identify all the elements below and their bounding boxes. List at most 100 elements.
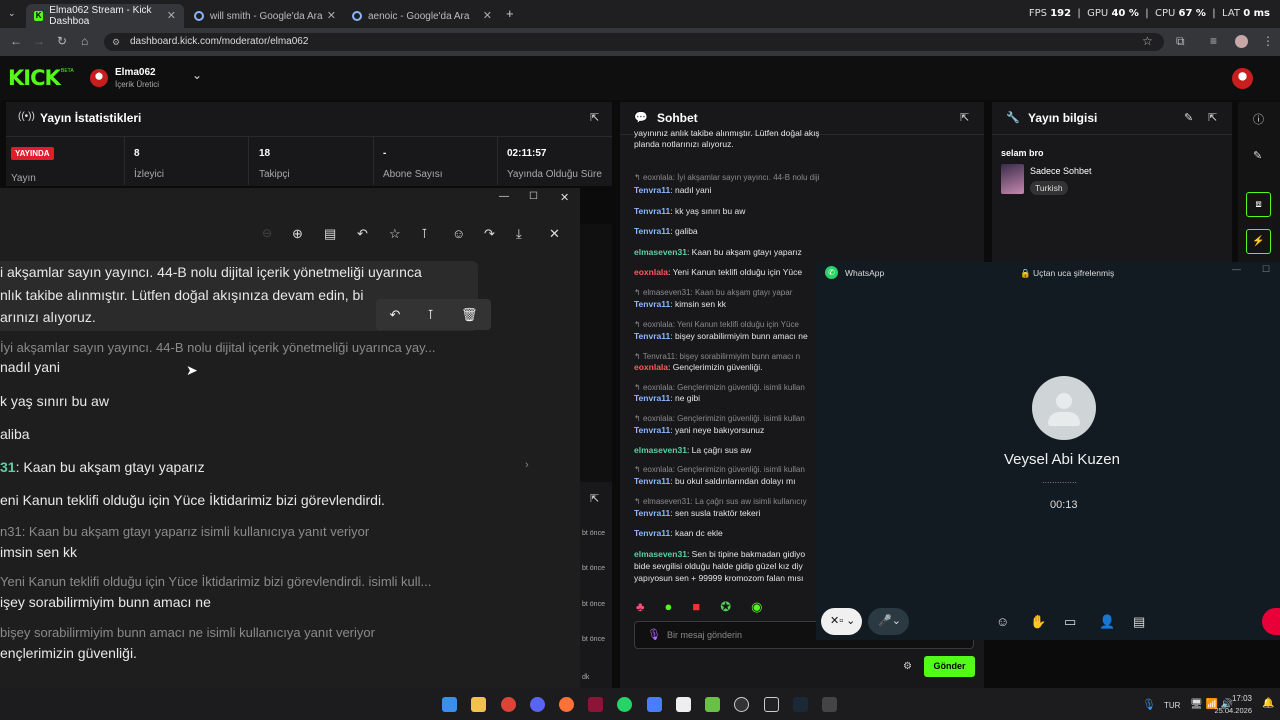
add-person-icon[interactable]: 👤 <box>1099 614 1115 630</box>
chrome-icon[interactable] <box>501 697 516 712</box>
app-icon[interactable] <box>822 697 837 712</box>
crop-icon[interactable]: ▤ <box>324 226 336 242</box>
pin-icon[interactable]: ⊺ <box>421 226 428 242</box>
info-icon[interactable]: ⓘ <box>1253 111 1264 127</box>
chat-username[interactable]: eoxnlala <box>634 362 668 372</box>
steam-icon[interactable] <box>793 697 808 712</box>
camera-off-button[interactable]: ✕▫ ⌄ <box>821 608 862 635</box>
chat-username[interactable]: elmaseven31 <box>634 549 687 559</box>
tab-google-2[interactable]: aenoic - Google'da Ara ✕ <box>344 4 500 28</box>
screen-share-icon[interactable]: ▭ <box>1064 614 1076 630</box>
emoji-reaction-icon[interactable]: ☺ <box>996 614 1009 629</box>
microphone-tray-icon[interactable]: 🎙 <box>1142 698 1156 711</box>
discord-icon[interactable] <box>530 697 545 712</box>
chat-username[interactable]: eoxnlala <box>634 267 668 277</box>
browser-menu-icon[interactable]: ⋮ <box>1262 34 1274 48</box>
delete-trash-icon[interactable]: 🗑 <box>461 307 478 323</box>
app-icon[interactable] <box>647 697 662 712</box>
close-tab-icon[interactable]: ✕ <box>483 9 492 22</box>
app-icon[interactable] <box>588 697 603 712</box>
tab-list-icon[interactable]: ⌄ <box>8 8 16 19</box>
close-viewer-icon[interactable]: ✕ <box>549 226 560 242</box>
category-name[interactable]: Sadece Sohbet <box>1030 166 1092 176</box>
popout-icon[interactable]: ⇱ <box>1208 111 1217 124</box>
channel-switch-chevron-down-icon[interactable]: ⌄ <box>192 68 202 82</box>
chat-username[interactable]: Tenvra11 <box>634 226 670 236</box>
close-tab-icon[interactable]: ✕ <box>167 9 176 22</box>
chat-username[interactable]: elmaseven31 <box>634 445 687 455</box>
url-field[interactable]: dashboard.kick.com/moderator/elma062 <box>104 33 1164 51</box>
undo-icon[interactable]: ↶ <box>389 307 400 323</box>
emote-icon[interactable]: ◉ <box>751 599 762 617</box>
chat-username[interactable]: Tenvra11 <box>634 185 670 195</box>
forward-icon[interactable]: ↷ <box>484 226 495 242</box>
popout-icon[interactable]: ⇱ <box>590 492 599 505</box>
forward-icon[interactable]: → <box>33 34 45 48</box>
chat-username[interactable]: Tenvra11 <box>634 508 670 518</box>
chat-username[interactable]: Tenvra11 <box>634 206 670 216</box>
microphone-icon[interactable]: 🎙 <box>647 628 661 641</box>
back-icon[interactable]: ← <box>10 34 22 48</box>
notifications-icon[interactable]: 🔔 <box>1262 698 1274 709</box>
app-icon[interactable] <box>734 697 749 712</box>
pin-icon[interactable]: ⊺ <box>427 307 434 323</box>
chat-username[interactable]: Tenvra11 <box>634 331 670 341</box>
chat-username[interactable]: elmaseven31 <box>634 247 687 257</box>
tab-google-1[interactable]: will smith - Google'da Ara ✕ <box>186 4 344 28</box>
emoji-icon[interactable]: ☺ <box>452 226 465 241</box>
home-icon[interactable]: ⌂ <box>81 34 88 48</box>
download-icon[interactable]: ⤓ <box>516 226 522 242</box>
reload-icon[interactable]: ↻ <box>57 34 67 48</box>
channel-avatar[interactable] <box>90 69 108 87</box>
site-info-icon[interactable]: ⚙ <box>112 37 120 48</box>
zoom-out-icon[interactable]: ⊖ <box>262 226 272 240</box>
language-indicator[interactable]: TUR <box>1164 701 1180 710</box>
close-window-icon[interactable]: ✕ <box>560 191 569 204</box>
mod-tool-icon[interactable]: ⧈ <box>1246 192 1271 217</box>
edit-pencil-icon[interactable]: ✎ <box>1253 149 1262 162</box>
emote-icon[interactable]: ✪ <box>720 599 731 617</box>
microphone-button[interactable]: 🎤⌄ <box>868 608 909 635</box>
send-button[interactable]: Gönder <box>924 656 975 677</box>
bookmark-star-icon[interactable]: ☆ <box>1142 34 1153 48</box>
star-icon[interactable]: ☆ <box>389 226 401 242</box>
language-tag[interactable]: Turkish <box>1030 181 1068 195</box>
next-chevron-right-icon[interactable]: › <box>525 459 529 471</box>
emote-icon[interactable]: ■ <box>692 599 700 617</box>
user-avatar[interactable] <box>1232 68 1253 89</box>
chat-username[interactable]: Tenvra11 <box>634 476 670 486</box>
profile-avatar-icon[interactable] <box>1235 35 1248 48</box>
epic-games-icon[interactable] <box>764 697 779 712</box>
chat-username[interactable]: Tenvra11 <box>634 425 670 435</box>
extensions-icon[interactable]: ⧉ <box>1176 34 1185 49</box>
whatsapp-taskbar-icon[interactable] <box>617 697 632 712</box>
file-explorer-icon[interactable] <box>471 697 486 712</box>
raise-hand-icon[interactable]: ✋ <box>1030 614 1046 630</box>
maximize-icon[interactable]: ☐ <box>1262 264 1270 275</box>
minimize-icon[interactable]: — <box>499 191 509 202</box>
zoom-in-icon[interactable]: ⊕ <box>292 226 303 242</box>
chat-settings-gear-icon[interactable]: ⚙ <box>903 661 912 672</box>
reply-icon[interactable]: ↶ <box>357 226 368 242</box>
kick-logo[interactable]: KICK <box>8 66 61 90</box>
browser-icon[interactable] <box>559 697 574 712</box>
reading-list-icon[interactable]: ≡ <box>1210 34 1217 48</box>
new-tab-button[interactable]: + <box>506 6 514 21</box>
edit-pencil-icon[interactable]: ✎ <box>1184 111 1193 124</box>
app-icon[interactable] <box>676 697 691 712</box>
maximize-icon[interactable]: ☐ <box>529 191 538 202</box>
emote-icon[interactable]: ♣ <box>636 599 645 617</box>
more-options-icon[interactable]: ▤ <box>1133 614 1145 630</box>
close-tab-icon[interactable]: ✕ <box>327 9 336 22</box>
popout-icon[interactable]: ⇱ <box>590 111 599 124</box>
chat-username[interactable]: Tenvra11 <box>634 299 670 309</box>
start-icon[interactable] <box>442 697 457 712</box>
popout-icon[interactable]: ⇱ <box>960 111 969 124</box>
minimize-icon[interactable]: — <box>1232 264 1241 274</box>
chat-username[interactable]: Tenvra11 <box>634 393 670 403</box>
tab-kick[interactable]: K Elma062 Stream - Kick Dashboa ✕ <box>26 4 184 28</box>
emote-icon[interactable]: ● <box>665 599 673 617</box>
minecraft-icon[interactable] <box>705 697 720 712</box>
lightning-icon[interactable]: ⚡ <box>1246 229 1271 254</box>
chat-username[interactable]: Tenvra11 <box>634 528 670 538</box>
